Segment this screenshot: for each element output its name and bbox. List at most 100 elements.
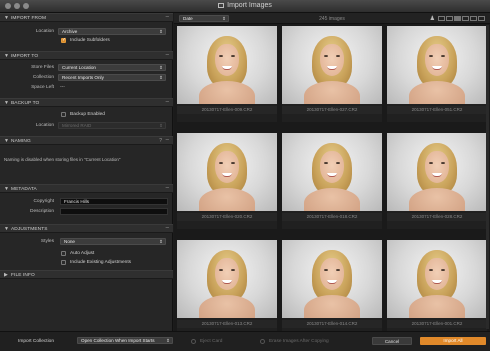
thumbnail-tile[interactable]: 20130717-Ellen-009.CR2 [177, 26, 277, 122]
window-title-text: Import Images [227, 2, 272, 9]
backup-location-value: Mirrored RAID [62, 123, 92, 128]
thumbnail-filename: 20130717-Ellen-001.CR2 [387, 320, 487, 328]
import-location-value: Archive [62, 29, 78, 34]
title-bar: Import Images [0, 0, 490, 13]
person-icon[interactable]: ♟ [430, 15, 435, 22]
thumbnail-image [282, 240, 382, 318]
select-arrows-icon: ⇕ [159, 29, 163, 34]
adjustments-header[interactable]: ▼ ADJUSTMENTS – [0, 224, 173, 233]
thumbnail-tile[interactable]: 20130717-Ellen-001.CR2 [387, 240, 487, 336]
eject-card-label: Eject Card [200, 339, 223, 344]
thumbnail-tile[interactable]: 20130717-Ellen-020.CR2 [177, 133, 277, 229]
backup-location-label: Location [35, 123, 54, 128]
naming-disabled-note: Naming is disabled when storing files in… [4, 157, 121, 162]
thumbnail-image [282, 133, 382, 211]
thumbnail-filename: 20130717-Ellen-020.CR2 [177, 213, 277, 221]
browser-scrollbar[interactable] [486, 25, 489, 329]
collapse-triangle-icon: ▼ [4, 53, 9, 59]
thumbnail-image [387, 133, 487, 211]
section-title: METADATA [11, 186, 37, 192]
thumbnail-filename: 20130717-Ellen-013.CR2 [177, 320, 277, 328]
thumb-size-xxlarge-button[interactable] [470, 16, 477, 21]
thumbnail-tile[interactable]: 20130717-Ellen-028.CR2 [387, 133, 487, 229]
cancel-button-label: Cancel [384, 339, 400, 344]
section-title: FILE INFO [11, 272, 35, 278]
include-subfolders-checkbox[interactable] [61, 37, 66, 43]
description-field[interactable] [60, 208, 168, 215]
collapse-triangle-icon: ▼ [4, 226, 9, 232]
naming-header[interactable]: ▼ NAMING ? – [0, 136, 173, 145]
location-label: Location [35, 29, 54, 34]
thumb-size-xlarge-button[interactable] [462, 16, 469, 21]
collection-value: Recent Imports Only [62, 75, 104, 80]
collection-label: Collection [32, 75, 54, 80]
bottom-bar: Import Collection Open Collection When I… [0, 331, 490, 351]
auto-adjust-checkbox[interactable] [61, 251, 66, 256]
copyright-field[interactable]: Francis Hills [60, 198, 168, 205]
cancel-button[interactable]: Cancel [372, 337, 412, 345]
section-menu-icon[interactable]: – [166, 225, 169, 231]
include-subfolders-label: Include Subfolders [70, 38, 110, 43]
include-existing-adjustments-checkbox[interactable] [61, 260, 66, 265]
collection-select[interactable]: Recent Imports Only ⇕ [58, 74, 166, 81]
thumbnail-filename: 20130717-Ellen-051.CR2 [387, 106, 487, 114]
section-title: NAMING [11, 138, 31, 144]
styles-select[interactable]: None ⇕ [60, 238, 166, 245]
thumbnail-image [177, 133, 277, 211]
erase-images-radio[interactable] [260, 338, 265, 344]
file-info-header[interactable]: ▶ FILE INFO [0, 270, 173, 279]
thumbnail-tile[interactable]: 20130717-Ellen-014.CR2 [282, 240, 382, 336]
import-location-select[interactable]: Archive ⇕ [58, 28, 166, 35]
backup-location-select[interactable]: Mirrored RAID ⇕ [58, 122, 166, 129]
thumbnail-image [177, 240, 277, 318]
styles-label: Styles [40, 239, 54, 244]
image-browser: Date ⇕ 245 images ♟ 20130717-Ellen-009.CR… [174, 13, 490, 336]
styles-value: None [64, 239, 75, 244]
expand-triangle-icon: ▶ [4, 272, 8, 278]
import-to-header[interactable]: ▼ IMPORT TO – [0, 51, 173, 60]
copyright-value: Francis Hills [64, 199, 90, 204]
thumb-size-large-button[interactable] [454, 16, 461, 21]
select-arrows-icon: ⇕ [159, 75, 163, 80]
thumbnail-tile[interactable]: 20130717-Ellen-013.CR2 [177, 240, 277, 336]
select-arrows-icon: ⇕ [159, 123, 163, 128]
section-menu-icon[interactable]: – [166, 52, 169, 58]
thumbnail-image [282, 26, 382, 104]
backup-enabled-checkbox[interactable] [61, 112, 66, 117]
store-files-select[interactable]: Current Location ⇕ [58, 64, 166, 71]
import-icon [218, 3, 225, 8]
thumbnail-tile[interactable]: 20130717-Ellen-051.CR2 [387, 26, 487, 122]
erase-images-label: Erase Images After Copying [269, 339, 329, 344]
include-existing-adjustments-label: Include Existing Adjustments [70, 260, 132, 265]
import-all-button[interactable]: Import All [420, 337, 486, 345]
thumbnail-filename: 20130717-Ellen-009.CR2 [177, 106, 277, 114]
eject-card-radio[interactable] [191, 338, 196, 344]
space-left-label: Space Left [31, 85, 54, 90]
thumb-size-small-button[interactable] [438, 16, 445, 21]
section-menu-icon[interactable]: – [166, 137, 169, 143]
backup-to-header[interactable]: ▼ BACKUP TO – [0, 98, 173, 107]
import-collection-select[interactable]: Open Collection When Import Starts ⇕ [77, 337, 173, 344]
section-menu-icon[interactable]: – [166, 185, 169, 191]
thumbnail-tile[interactable]: 20130717-Ellen-018.CR2 [282, 133, 382, 229]
store-files-label: Store Files [31, 65, 54, 70]
import-from-header[interactable]: ▼ IMPORT FROM – [0, 13, 173, 22]
metadata-header[interactable]: ▼ METADATA – [0, 184, 173, 193]
section-title: BACKUP TO [11, 100, 40, 106]
collapse-triangle-icon: ▼ [4, 15, 9, 21]
thumb-size-max-button[interactable] [478, 16, 485, 21]
thumbnail-tile[interactable]: 20130717-Ellen-027.CR2 [282, 26, 382, 122]
select-arrows-icon: ⇕ [159, 239, 163, 244]
section-title: IMPORT FROM [11, 15, 47, 21]
thumbnail-filename: 20130717-Ellen-018.CR2 [282, 213, 382, 221]
naming-help-icon[interactable]: ? [159, 138, 162, 144]
collapse-triangle-icon: ▼ [4, 138, 9, 144]
import-collection-value: Open Collection When Import Starts [81, 338, 155, 343]
thumb-size-medium-button[interactable] [446, 16, 453, 21]
section-menu-icon[interactable]: – [166, 99, 169, 105]
section-menu-icon[interactable]: – [166, 14, 169, 20]
select-arrows-icon: ⇕ [159, 65, 163, 70]
thumbnail-image [177, 26, 277, 104]
section-title: IMPORT TO [11, 53, 39, 59]
copyright-label: Copyright [33, 199, 54, 204]
